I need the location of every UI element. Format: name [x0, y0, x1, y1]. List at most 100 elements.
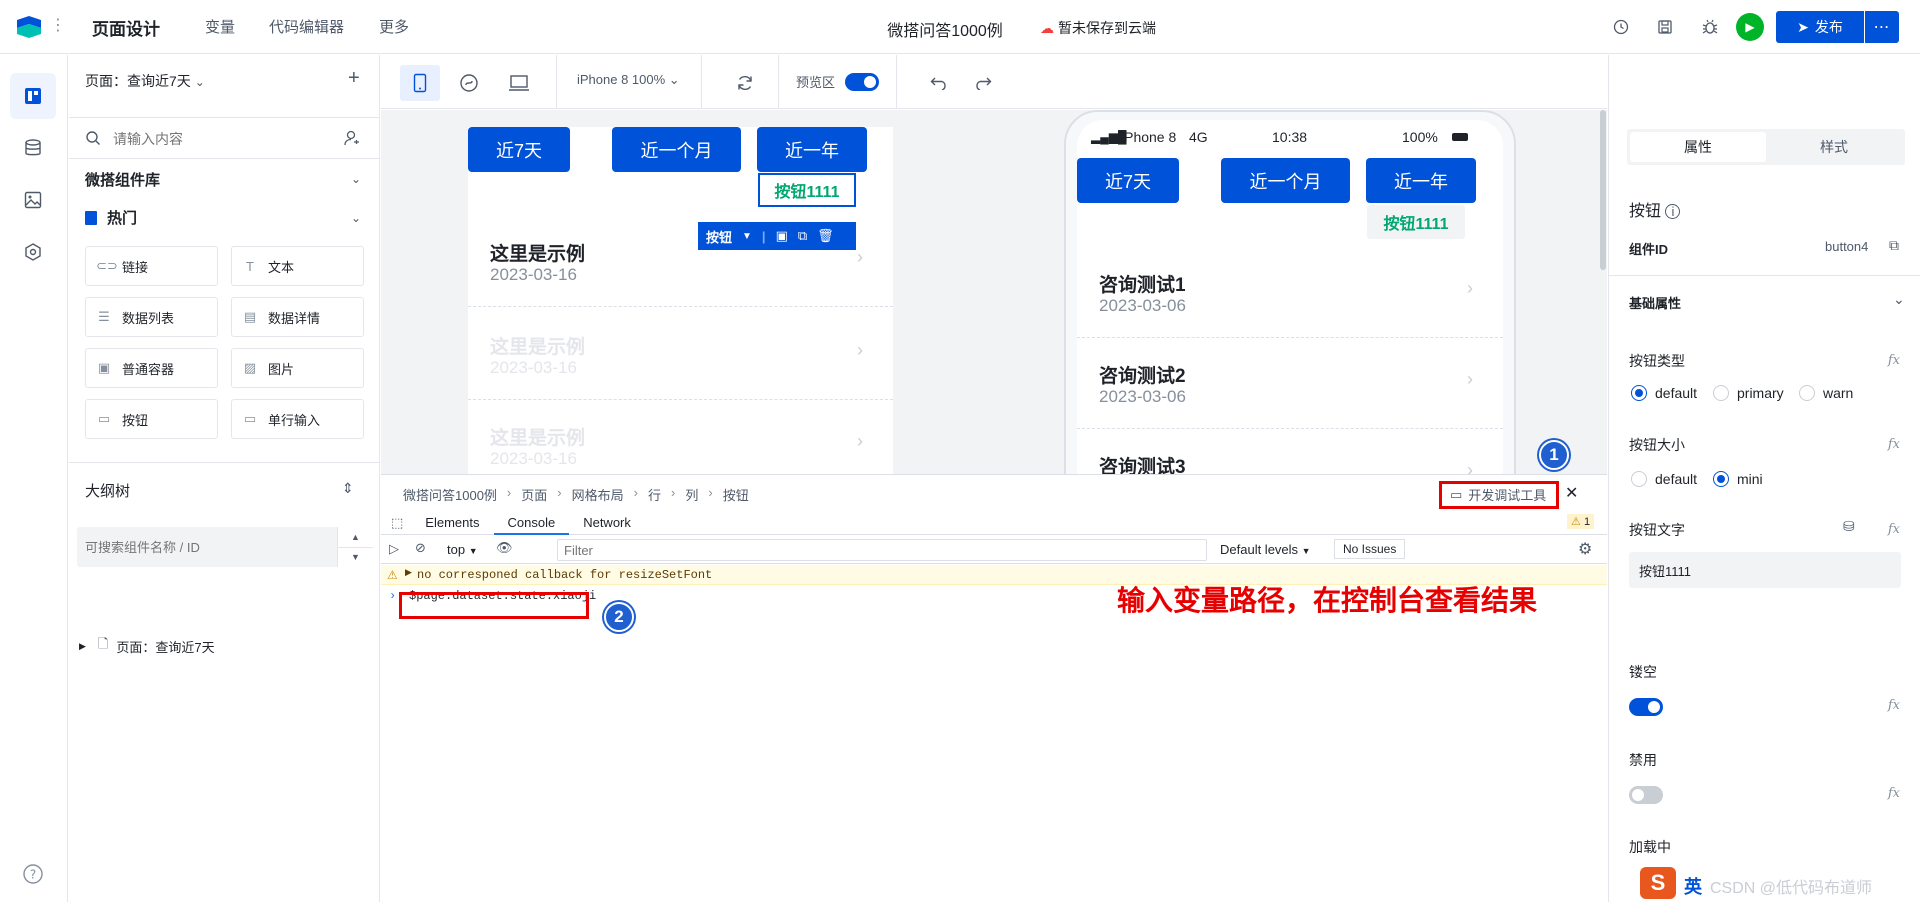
refresh-icon[interactable] — [725, 65, 765, 101]
radio-type-primary[interactable]: primary — [1713, 385, 1784, 401]
rail-pages-icon[interactable] — [10, 73, 56, 119]
chevron-up-icon[interactable]: ▲ — [338, 527, 373, 547]
phone-screen[interactable]: ▂▄▆█ iPhone 8 4G 10:38 100% 近7天 近一个月 近一年… — [1077, 120, 1503, 474]
basic-props-section[interactable]: 基础属性 — [1629, 293, 1681, 312]
button-last-7-days[interactable]: 近7天 — [468, 127, 570, 172]
breadcrumb-item[interactable]: 按钮 — [723, 485, 749, 504]
preview-run-button[interactable]: ▶ — [1736, 13, 1764, 41]
component-data-detail[interactable]: ▤ 数据详情 — [231, 297, 364, 337]
copy-icon[interactable]: ⧉ — [798, 228, 807, 244]
mobile-view-icon[interactable] — [400, 65, 440, 101]
breadcrumb-item[interactable]: 列 — [685, 485, 698, 504]
fx-icon[interactable]: fx — [1888, 698, 1900, 713]
radio-type-warn[interactable]: warn — [1799, 385, 1853, 401]
breadcrumb-item[interactable]: 页面 — [521, 485, 547, 504]
publish-more-button[interactable]: ⋯ — [1865, 11, 1899, 43]
tab-styles[interactable]: 样式 — [1766, 132, 1902, 162]
phone-list-item[interactable]: 咨询测试3 › — [1077, 428, 1503, 474]
panel-divider[interactable] — [69, 462, 380, 463]
page-selector[interactable]: 页面：查询近7天 ⌄ — [85, 71, 205, 91]
disabled-toggle[interactable] — [1629, 786, 1663, 804]
warning-count-badge[interactable]: ⚠ 1 — [1567, 514, 1595, 529]
phone-button-1111[interactable]: 按钮1111 — [1367, 205, 1465, 239]
save-icon[interactable]: ▣ — [776, 228, 788, 244]
outline-search-input[interactable] — [85, 535, 325, 559]
phone-button-last-month[interactable]: 近一个月 — [1221, 158, 1350, 203]
fx-icon[interactable]: fx — [1888, 437, 1900, 452]
tab-network[interactable]: Network — [569, 511, 645, 535]
debug-icon[interactable] — [1698, 15, 1722, 39]
chevron-down-icon[interactable]: ▼ — [338, 546, 373, 568]
phone-list-item[interactable]: 咨询测试2 2023-03-06 › — [1077, 337, 1503, 429]
button-1111-selected[interactable]: 按钮1111 — [758, 173, 856, 207]
component-library-title[interactable]: 微搭组件库 — [85, 169, 160, 190]
breadcrumb-item[interactable]: 微搭问答1000例 — [403, 485, 497, 504]
ime-logo[interactable]: S — [1640, 867, 1676, 899]
device-selector[interactable]: iPhone 8 100% ⌄ — [577, 72, 680, 88]
phone-button-last-7-days[interactable]: 近7天 — [1077, 158, 1179, 203]
radio-type-default[interactable]: default — [1631, 385, 1697, 401]
component-input[interactable]: ▭ 单行输入 — [231, 399, 364, 439]
list-item[interactable]: 这里是示例 2023-03-16 › — [468, 399, 893, 474]
publish-button[interactable]: ➤ 发布 — [1776, 11, 1864, 43]
canvas-scrollbar[interactable] — [1600, 110, 1606, 270]
miniprogram-view-icon[interactable] — [449, 65, 489, 101]
eye-icon[interactable]: 👁 — [496, 540, 513, 556]
chevron-down-icon[interactable]: ▼ — [742, 231, 752, 242]
redo-icon[interactable] — [963, 65, 1003, 101]
issues-button[interactable]: No Issues — [1334, 539, 1406, 559]
component-button[interactable]: ▭ 按钮 — [85, 399, 218, 439]
database-bind-icon[interactable]: ⛁ — [1843, 518, 1855, 535]
rail-component-icon[interactable] — [10, 229, 56, 275]
desktop-view-icon[interactable] — [499, 65, 539, 101]
preview-area-toggle[interactable] — [845, 73, 879, 91]
tab-console[interactable]: Console — [493, 511, 570, 535]
radio-size-default[interactable]: default — [1631, 471, 1697, 487]
history-icon[interactable] — [1609, 15, 1633, 39]
breadcrumb-item[interactable]: 行 — [648, 485, 661, 504]
chevron-down-icon[interactable]: ⌄ — [351, 172, 361, 186]
help-icon[interactable]: ? — [10, 851, 56, 897]
selection-component-label[interactable]: 按钮 — [706, 227, 732, 246]
fx-icon[interactable]: fx — [1888, 522, 1900, 537]
button-last-year[interactable]: 近一年 — [757, 127, 867, 172]
editor-page-frame[interactable]: 近7天 近一个月 近一年 按钮1111 这里是示例 2023-03-16 › 这… — [468, 127, 893, 474]
delete-icon[interactable]: 🗑 — [817, 228, 834, 244]
radio-size-mini[interactable]: mini — [1713, 471, 1763, 487]
clear-console-icon[interactable]: ⊘ — [415, 540, 426, 556]
hot-section-title[interactable]: 热门 — [85, 207, 137, 228]
chevron-down-icon[interactable]: ⌄ — [351, 211, 361, 225]
list-item[interactable]: 这里是示例 2023-03-16 › — [468, 308, 893, 400]
expand-collapse-icon[interactable]: ⇕ — [342, 480, 354, 497]
gear-icon[interactable]: ⚙ — [1578, 539, 1592, 559]
hollow-toggle[interactable] — [1629, 698, 1663, 716]
log-levels-selector[interactable]: Default levels ▼ — [1220, 542, 1311, 557]
component-container[interactable]: ▣ 普通容器 — [85, 348, 218, 388]
component-data-list[interactable]: ☰ 数据列表 — [85, 297, 218, 337]
chevron-down-icon[interactable]: ⌄ — [1893, 291, 1905, 308]
console-filter-input[interactable] — [558, 540, 1206, 560]
rail-image-icon[interactable] — [10, 177, 56, 223]
component-text[interactable]: T 文本 — [231, 246, 364, 286]
user-manage-icon[interactable] — [343, 129, 361, 147]
add-page-button[interactable]: + — [348, 67, 360, 90]
inspect-icon[interactable]: ⬚ — [391, 515, 403, 531]
caret-right-icon[interactable]: ▶ — [405, 568, 412, 578]
component-link[interactable]: ⊂⊃ 链接 — [85, 246, 218, 286]
rail-database-icon[interactable] — [10, 125, 56, 171]
fx-icon[interactable]: fx — [1888, 353, 1900, 368]
close-devtools-icon[interactable]: ✕ — [1565, 483, 1578, 503]
phone-button-last-year[interactable]: 近一年 — [1366, 158, 1476, 203]
ime-language[interactable]: 英 — [1684, 873, 1702, 899]
phone-list-item[interactable]: 咨询测试1 2023-03-06 › — [1077, 246, 1503, 338]
component-image[interactable]: ▨ 图片 — [231, 348, 364, 388]
tab-elements[interactable]: Elements — [411, 511, 493, 535]
sidebar-toggle-icon[interactable]: ▷ — [389, 541, 399, 557]
copy-icon[interactable]: ⧉ — [1889, 237, 1899, 254]
fx-icon[interactable]: fx — [1888, 786, 1900, 801]
caret-right-icon[interactable]: ▶ — [79, 641, 86, 652]
button-text-input[interactable] — [1629, 552, 1901, 588]
component-search-input[interactable] — [113, 126, 333, 152]
undo-icon[interactable] — [919, 65, 959, 101]
save-icon[interactable] — [1653, 15, 1677, 39]
